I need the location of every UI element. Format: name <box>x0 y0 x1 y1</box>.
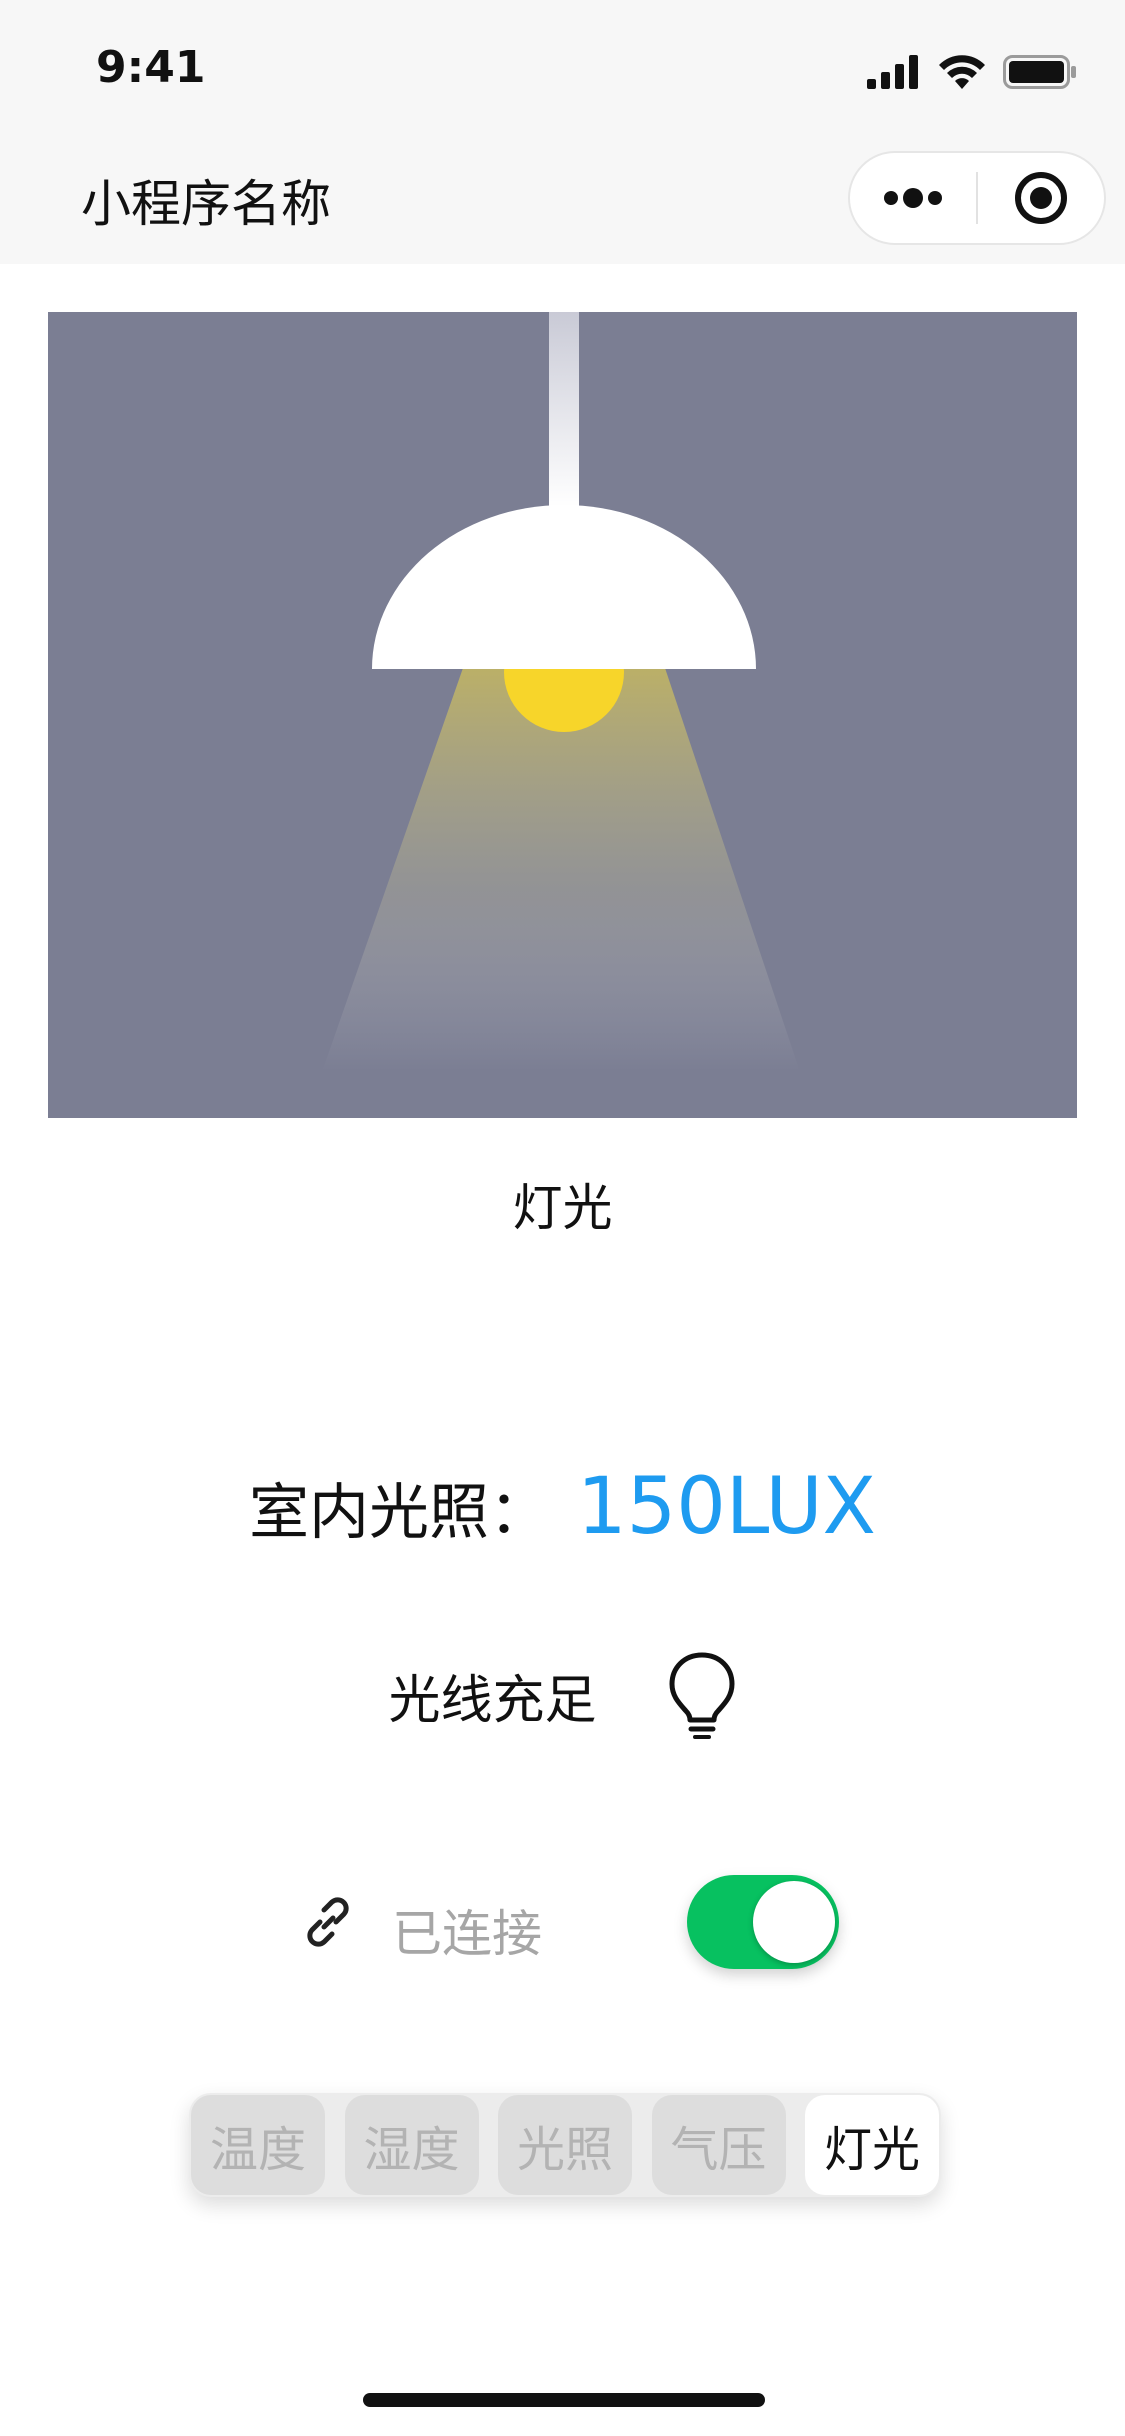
lamp-illustration <box>48 312 1077 1118</box>
reading-value: 150LUX <box>577 1462 876 1552</box>
tab-light[interactable]: 灯光 <box>805 2095 939 2195</box>
signal-icon <box>867 55 918 89</box>
connection-label: 已连接 <box>392 1905 542 1963</box>
more-dots-icon <box>884 188 942 208</box>
target-circle-icon <box>1014 172 1067 224</box>
status-time: 9:41 <box>96 42 206 93</box>
link-icon <box>307 1897 349 1947</box>
menu-capsule <box>848 151 1106 245</box>
top-bar: 9:41 小程序名称 <box>0 0 1125 264</box>
close-button[interactable] <box>978 153 1104 243</box>
tab-illumination[interactable]: 光照 <box>498 2095 632 2195</box>
tab-temperature[interactable]: 温度 <box>191 2095 325 2195</box>
light-reading: 室内光照： 150LUX <box>0 1462 1125 1552</box>
more-button[interactable] <box>850 153 976 243</box>
lamp-shade <box>372 505 756 669</box>
toggle-knob <box>753 1881 835 1963</box>
reading-label: 室内光照： <box>249 1478 549 1548</box>
connection-row: 已连接 <box>300 1872 840 1972</box>
battery-icon <box>1003 55 1076 89</box>
wifi-icon <box>939 55 985 89</box>
lamp-pole <box>549 312 579 507</box>
home-indicator <box>363 2393 765 2407</box>
tab-humidity[interactable]: 湿度 <box>344 2095 479 2195</box>
status-text: 光线充足 <box>388 1670 597 1731</box>
connection-toggle[interactable] <box>687 1875 839 1969</box>
hero-caption: 灯光 <box>512 1179 613 1237</box>
light-status: 光线充足 <box>0 1650 1125 1740</box>
sensor-tabbar: 温度 湿度 光照 气压 灯光 <box>189 2093 941 2197</box>
status-icons <box>867 52 1077 92</box>
tab-pressure[interactable]: 气压 <box>651 2095 786 2195</box>
lightbulb-icon <box>669 1652 734 1739</box>
page-title: 小程序名称 <box>81 175 331 233</box>
